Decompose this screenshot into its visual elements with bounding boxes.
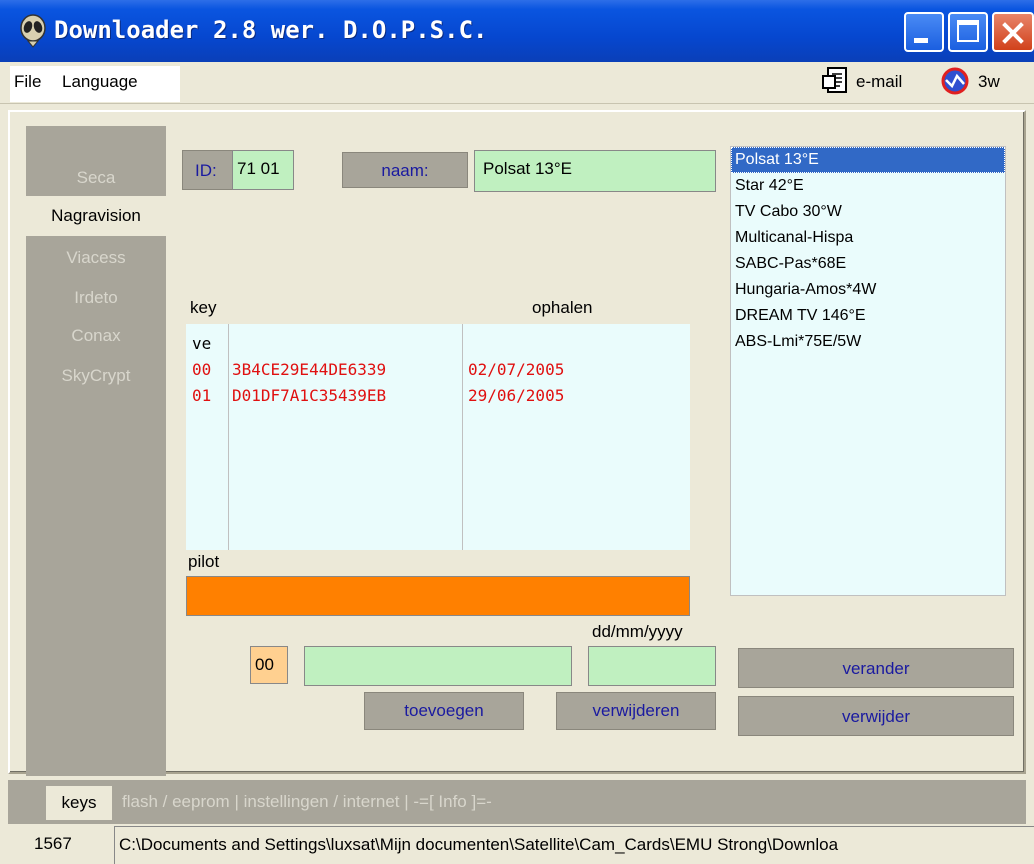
key-entry-input[interactable] — [304, 646, 572, 686]
sidebar-item-viacess[interactable]: Viacess — [26, 248, 166, 268]
email-icon[interactable] — [822, 66, 852, 96]
sidebar-item-seca[interactable]: Seca — [26, 168, 166, 188]
date-entry-input[interactable] — [588, 646, 716, 686]
key-row-index[interactable]: 00 — [192, 360, 211, 379]
key-column-header: key — [190, 298, 217, 317]
provider-item[interactable]: Star 42°E — [731, 173, 1005, 199]
change-button[interactable]: verander — [738, 648, 1014, 688]
key-row-date[interactable]: 02/07/2005 — [468, 360, 564, 379]
add-button[interactable]: toevoegen — [364, 692, 524, 730]
pilot-bar[interactable] — [186, 576, 690, 616]
maximize-button[interactable] — [948, 12, 988, 52]
status-path: C:\Documents and Settings\luxsat\Mijn do… — [114, 826, 1034, 864]
key-row-date[interactable]: 29/06/2005 — [468, 386, 564, 405]
name-label: naam: — [342, 152, 468, 188]
column-divider — [228, 324, 229, 550]
id-input[interactable]: 71 01 — [232, 150, 294, 190]
name-input[interactable]: Polsat 13°E — [474, 150, 716, 192]
sidebar-item-irdeto[interactable]: Irdeto — [26, 288, 166, 308]
fetch-column-header: ophalen — [532, 298, 593, 317]
sidebar-item-skycrypt[interactable]: SkyCrypt — [26, 366, 166, 386]
sidebar-item-conax[interactable]: Conax — [26, 326, 166, 346]
key-row-value[interactable]: 3B4CE29E44DE6339 — [232, 360, 386, 379]
window-title: Downloader 2.8 wer. D.O.P.S.C. — [54, 16, 488, 44]
id-label: ID: — [195, 161, 217, 180]
provider-item[interactable]: ABS-Lmi*75E/5W — [731, 329, 1005, 355]
provider-item[interactable]: TV Cabo 30°W — [731, 199, 1005, 225]
provider-item[interactable]: Hungaria-Amos*4W — [731, 277, 1005, 303]
web-globe-icon[interactable] — [940, 66, 972, 96]
sidebar-item-nagravision[interactable]: Nagravision — [26, 206, 166, 226]
date-format-label: dd/mm/yyyy — [592, 622, 683, 641]
status-count: 1567 — [34, 834, 72, 853]
tab-others[interactable]: flash / eeprom | instellingen / internet… — [122, 792, 492, 812]
close-button[interactable] — [992, 12, 1034, 52]
entry-index-field[interactable]: 00 — [250, 646, 288, 684]
provider-list[interactable]: Polsat 13°E Star 42°E TV Cabo 30°W Multi… — [730, 146, 1006, 596]
table-header-row: ve — [192, 334, 212, 353]
minimize-button[interactable] — [904, 12, 944, 52]
close-icon — [1002, 22, 1024, 44]
key-row-value[interactable]: D01DF7A1C35439EB — [232, 386, 386, 405]
pilot-label: pilot — [188, 552, 220, 571]
web-link[interactable]: 3w — [978, 72, 1000, 92]
minimize-icon — [914, 38, 928, 43]
provider-item[interactable]: Multicanal-Hispa — [731, 225, 1005, 251]
menu-language[interactable]: Language — [62, 72, 138, 92]
delete-button[interactable]: verwijder — [738, 696, 1014, 736]
remove-button[interactable]: verwijderen — [556, 692, 716, 730]
provider-item-selected[interactable]: Polsat 13°E — [731, 147, 1005, 173]
alien-app-icon — [20, 14, 46, 48]
keys-table[interactable] — [186, 324, 690, 550]
provider-item[interactable]: SABC-Pas*68E — [731, 251, 1005, 277]
tab-keys[interactable]: keys — [46, 786, 112, 820]
column-divider — [462, 324, 463, 550]
maximize-icon — [957, 20, 979, 42]
email-link[interactable]: e-mail — [856, 72, 902, 92]
key-row-index[interactable]: 01 — [192, 386, 211, 405]
provider-item[interactable]: DREAM TV 146°E — [731, 303, 1005, 329]
menu-file[interactable]: File — [14, 72, 41, 92]
